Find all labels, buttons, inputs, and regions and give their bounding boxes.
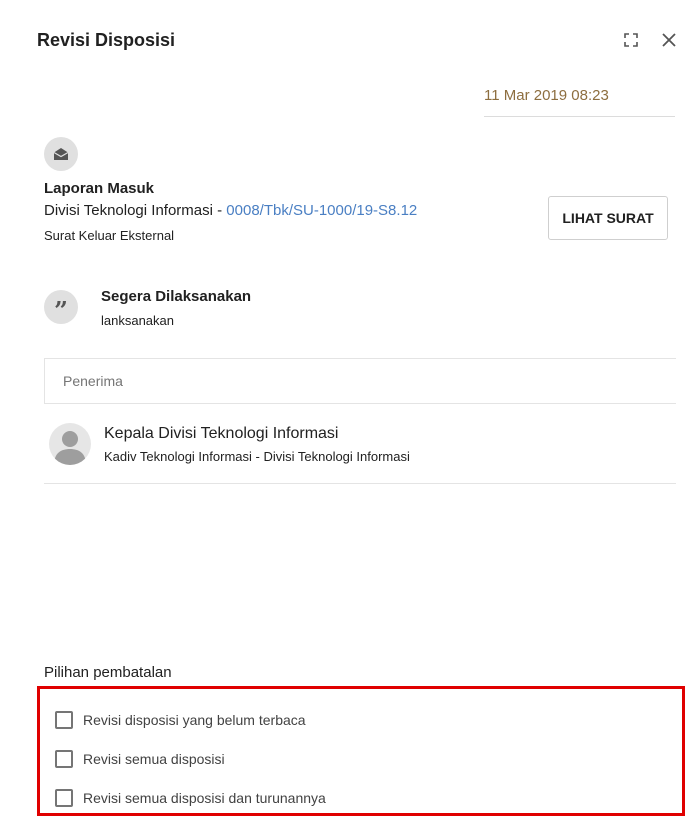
checkbox[interactable] <box>55 750 73 768</box>
cancel-options-title: Pilihan pembatalan <box>44 664 172 681</box>
fullscreen-icon[interactable] <box>621 30 641 50</box>
date-field: 11 Mar 2019 08:23 <box>484 87 675 117</box>
quote-icon: ” <box>44 290 78 324</box>
cancel-option-all-derived[interactable]: Revisi semua disposisi dan turunannya <box>55 789 326 807</box>
letter-type-label: Laporan Masuk <box>44 180 155 197</box>
lihat-surat-button[interactable]: LIHAT SURAT <box>548 196 668 240</box>
recipients-header: Penerima <box>44 358 676 404</box>
recipient-name: Kepala Divisi Teknologi Informasi <box>104 425 339 442</box>
checkbox[interactable] <box>55 711 73 729</box>
dialog-title: Revisi Disposisi <box>37 30 176 50</box>
dialog-date: 11 Mar 2019 08:23 <box>484 87 609 104</box>
checkbox[interactable] <box>55 789 73 807</box>
recipient-divider <box>44 483 676 484</box>
recipients-header-label: Penerima <box>63 373 123 389</box>
mail-open-icon <box>44 137 78 171</box>
cancel-option-label: Revisi disposisi yang belum terbaca <box>83 712 306 728</box>
dialog-header-actions <box>621 30 679 50</box>
letter-origin-line: Divisi Teknologi Informasi - 0008/Tbk/SU… <box>44 202 417 219</box>
revisi-disposisi-dialog: Revisi Disposisi 11 Mar 2019 08:23 Lapor… <box>0 0 689 825</box>
letter-number-link[interactable]: 0008/Tbk/SU-1000/19-S8.12 <box>226 202 417 219</box>
letter-category: Surat Keluar Eksternal <box>44 228 175 243</box>
cancel-options-box: Revisi disposisi yang belum terbaca Revi… <box>37 686 685 816</box>
instruction-note: lanksanakan <box>101 313 174 328</box>
cancel-option-label: Revisi semua disposisi <box>83 751 225 767</box>
recipient-detail: Kadiv Teknologi Informasi - Divisi Tekno… <box>104 449 410 464</box>
cancel-option-label: Revisi semua disposisi dan turunannya <box>83 790 326 806</box>
instruction-title: Segera Dilaksanakan <box>101 288 252 305</box>
letter-origin: Divisi Teknologi Informasi - <box>44 202 227 219</box>
person-icon <box>49 423 91 465</box>
cancel-option-all[interactable]: Revisi semua disposisi <box>55 750 225 768</box>
cancel-option-unread[interactable]: Revisi disposisi yang belum terbaca <box>55 711 306 729</box>
close-icon[interactable] <box>659 30 679 50</box>
